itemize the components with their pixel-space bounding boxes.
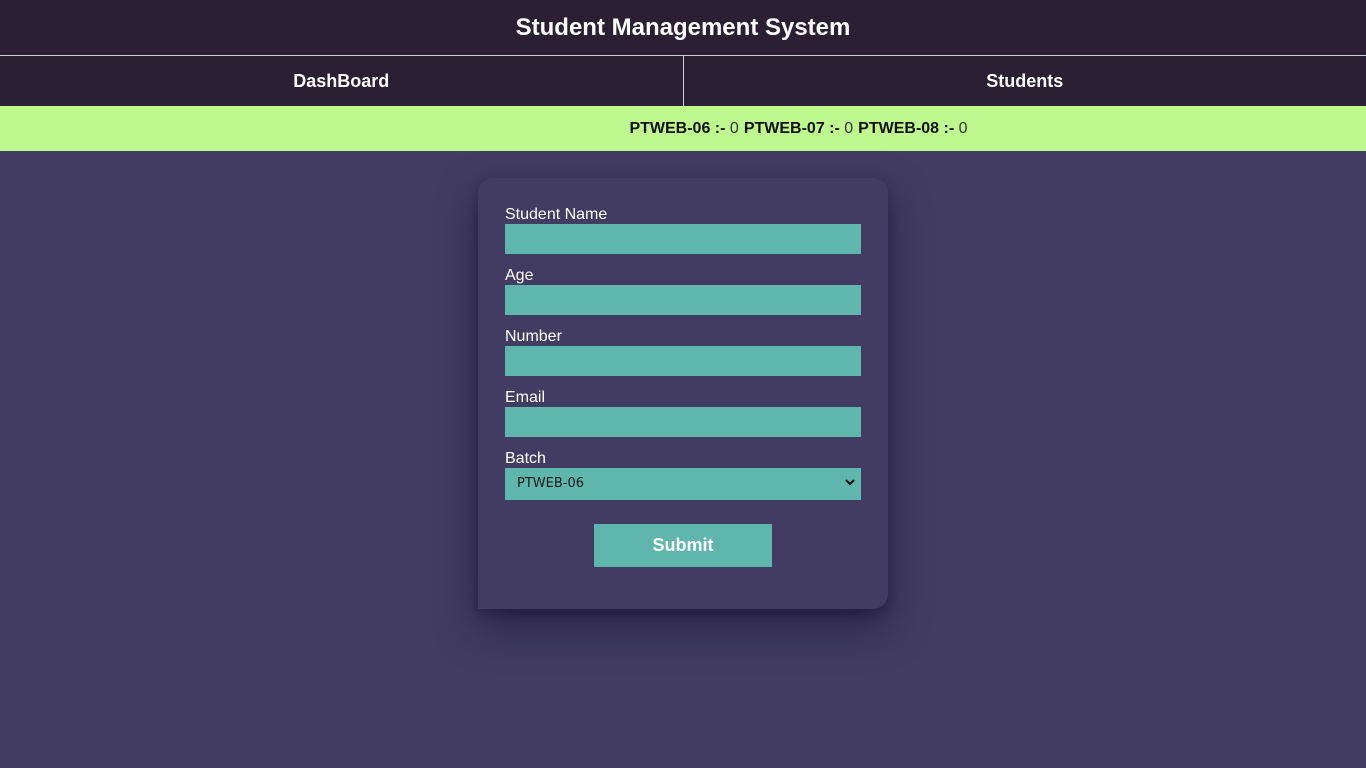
batch-stat-label: PTWEB-06 :- (629, 119, 726, 137)
number-field-group: Number (505, 327, 861, 376)
age-field-group: Age (505, 266, 861, 315)
age-label: Age (505, 267, 534, 284)
nav-bar: DashBoard Students (0, 56, 1366, 106)
nav-dashboard-link[interactable]: DashBoard (0, 56, 684, 106)
batch-stat-label: PTWEB-08 :- (858, 119, 955, 137)
student-name-label: Student Name (505, 206, 608, 223)
app-header: Student Management System (0, 0, 1366, 56)
submit-button[interactable]: Submit (594, 524, 772, 567)
batch-field-group: Batch PTWEB-06 (505, 449, 861, 500)
batch-select-value: PTWEB-06 (517, 476, 584, 491)
batch-stat-count: 0 (958, 119, 968, 137)
email-input[interactable] (505, 407, 861, 437)
student-name-field-group: Student Name (505, 205, 861, 254)
chevron-down-icon (845, 479, 855, 486)
age-input[interactable] (505, 285, 861, 315)
batch-stat-ptweb07: PTWEB-07 :- 0 (744, 120, 853, 138)
batch-stat-ptweb06: PTWEB-06 :- 0 (629, 120, 738, 138)
batch-stat-count: 0 (844, 119, 854, 137)
batch-stats-bar: PTWEB-06 :- 0 PTWEB-07 :- 0 PTWEB-08 :- … (0, 106, 1366, 151)
student-form-card: Student Name Age Number Email Batch PTWE… (478, 178, 888, 609)
number-label: Number (505, 328, 562, 345)
batch-label: Batch (505, 450, 546, 467)
batch-stat-count: 0 (729, 119, 739, 137)
student-name-input[interactable] (505, 224, 861, 254)
email-field-group: Email (505, 388, 861, 437)
batch-stat-label: PTWEB-07 :- (743, 119, 840, 137)
page-title: Student Management System (515, 13, 851, 41)
submit-row: Submit (505, 524, 861, 567)
number-input[interactable] (505, 346, 861, 376)
batch-select[interactable]: PTWEB-06 (505, 468, 861, 500)
nav-students-link[interactable]: Students (684, 56, 1366, 106)
batch-stat-ptweb08: PTWEB-08 :- 0 (858, 120, 967, 138)
email-label: Email (505, 389, 546, 406)
